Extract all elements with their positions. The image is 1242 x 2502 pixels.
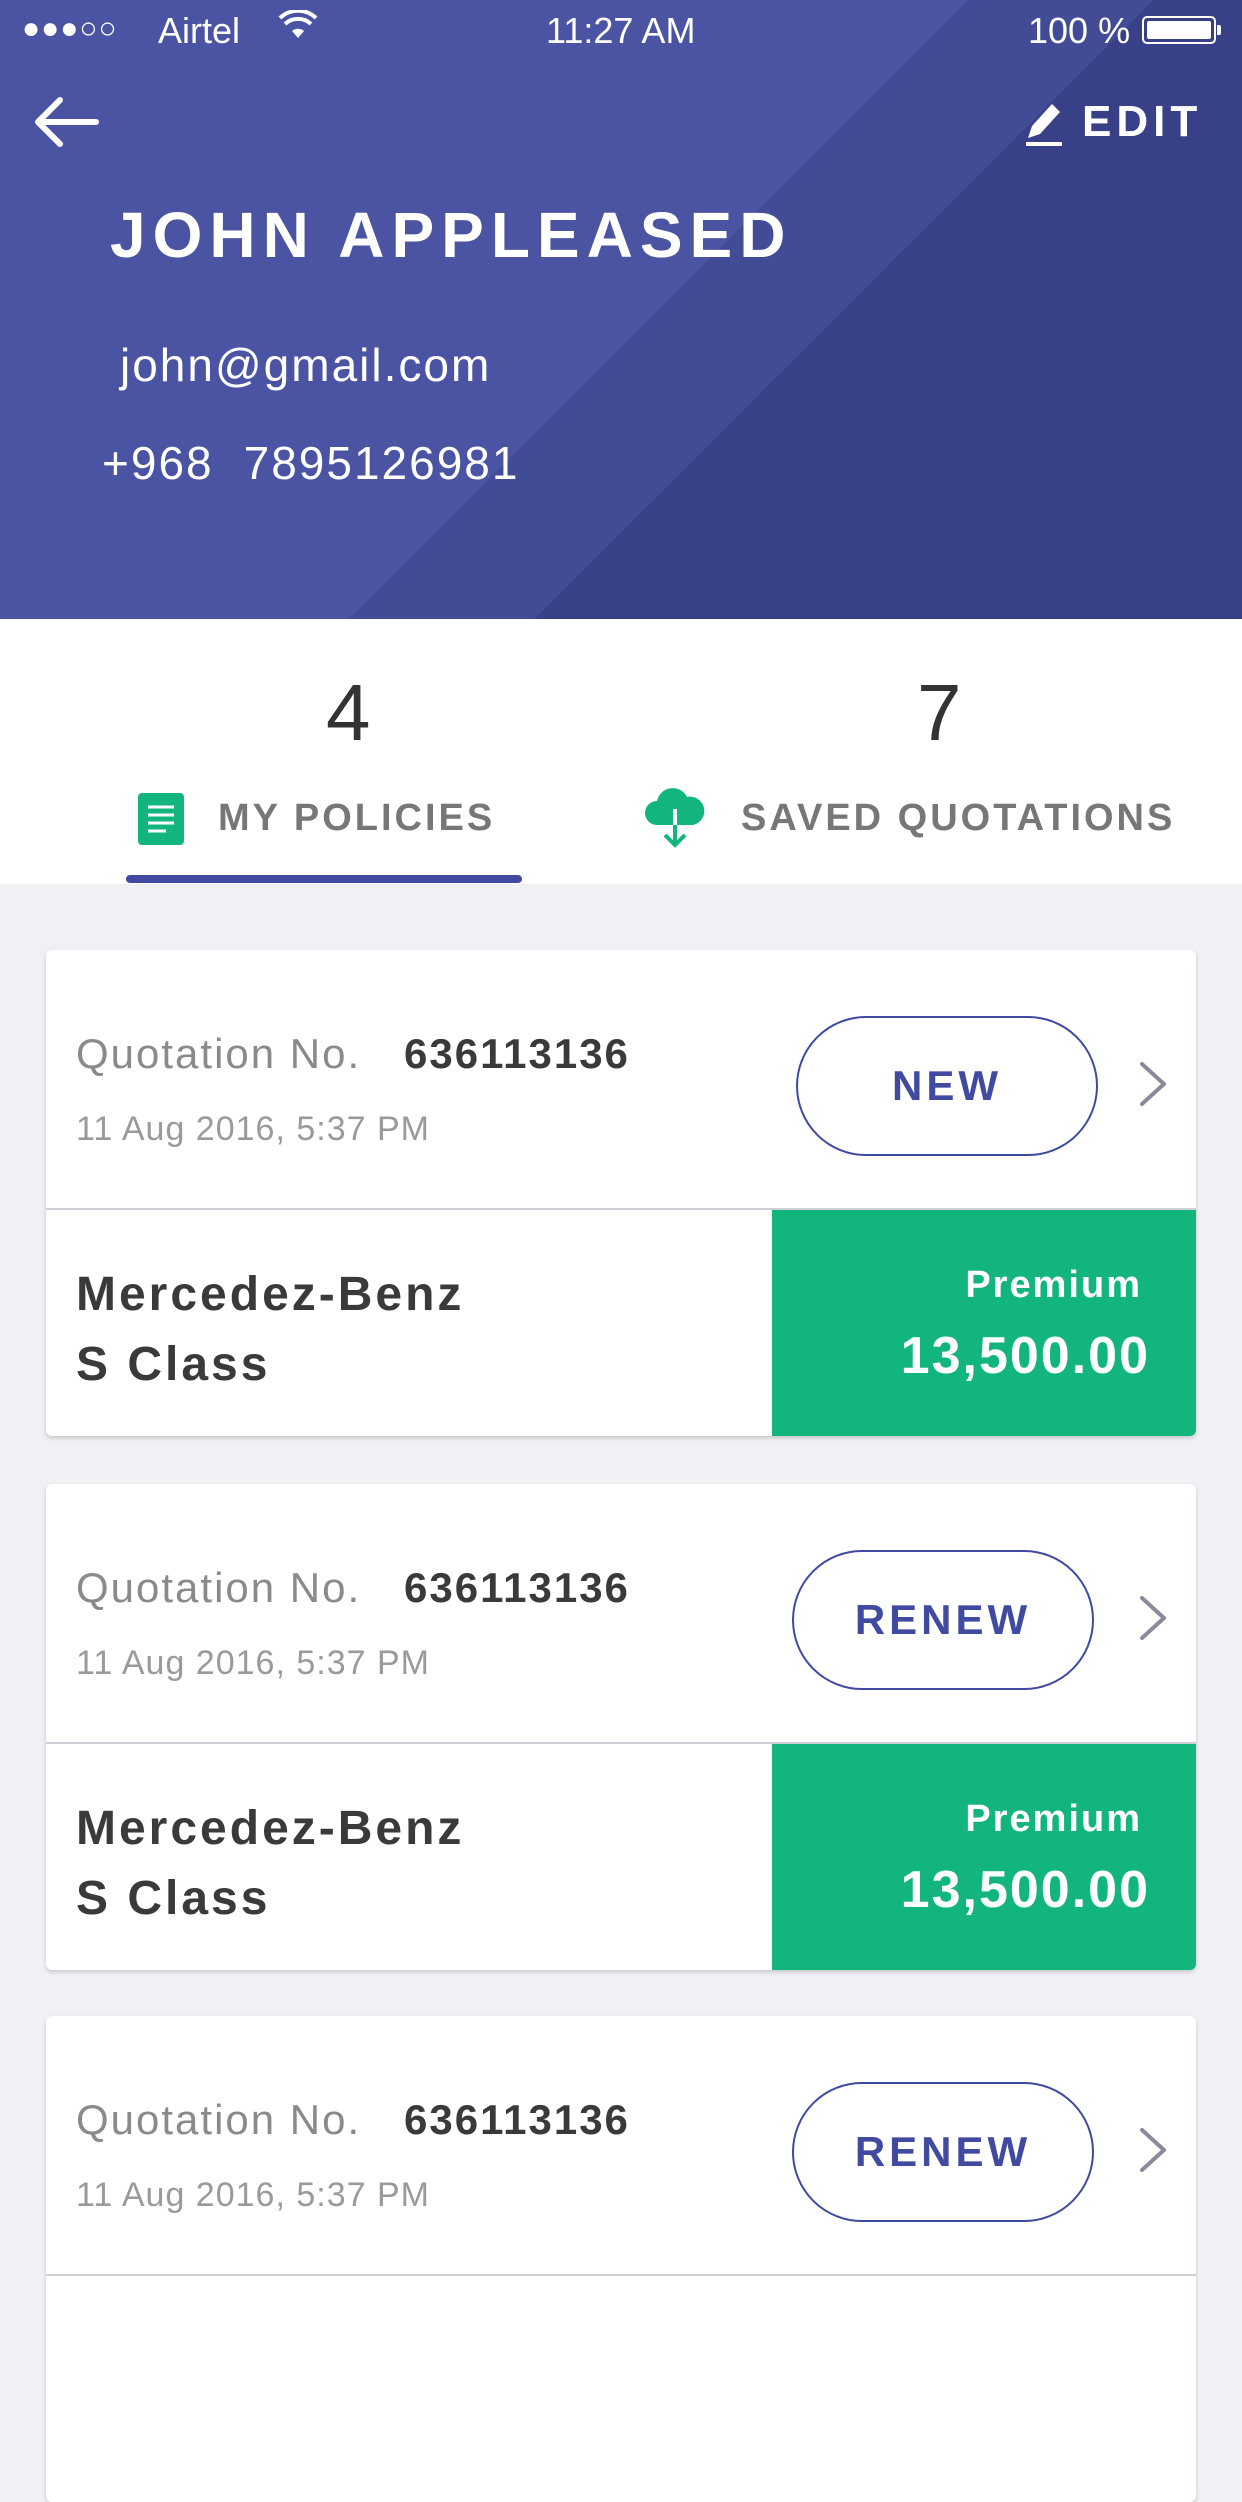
- chevron-right-icon[interactable]: [1136, 1592, 1170, 1644]
- quotation-label: Quotation No.: [76, 2096, 362, 2143]
- status-bar: ●●●○○ Airtel 11:27 AM 100 %: [0, 0, 1242, 62]
- quotation-date: 11 Aug 2016, 5:37 PM: [76, 1644, 430, 1682]
- tab-my-policies[interactable]: 4 MY POLICIES: [0, 619, 621, 884]
- premium-label: Premium: [965, 1264, 1142, 1306]
- cloud-download-icon: [643, 785, 707, 856]
- active-tab-indicator: [126, 875, 522, 883]
- vehicle-make: Mercedez-Benz: [76, 1802, 465, 1855]
- quotation-date: 11 Aug 2016, 5:37 PM: [76, 1110, 430, 1148]
- vehicle-name: Mercedez-Benz S Class: [76, 1260, 464, 1400]
- vehicle-model: S Class: [76, 1872, 271, 1925]
- quotation-date: 11 Aug 2016, 5:37 PM: [76, 2176, 430, 2214]
- chevron-right-icon[interactable]: [1136, 1058, 1170, 1110]
- premium-panel: Premium 13,500.00: [772, 1210, 1196, 1436]
- policies-count: 4: [326, 668, 371, 757]
- quotation-card[interactable]: Quotation No. 636113136 11 Aug 2016, 5:3…: [46, 1484, 1196, 1970]
- user-phone: +968 7895126981: [102, 436, 519, 490]
- quotation-label: Quotation No.: [76, 1564, 362, 1611]
- quotation-card-header: Quotation No. 636113136 11 Aug 2016, 5:3…: [46, 2016, 1196, 2276]
- premium-label: Premium: [965, 1798, 1142, 1840]
- vehicle-make: Mercedez-Benz: [76, 1268, 465, 1321]
- quotation-card[interactable]: Quotation No. 636113136 11 Aug 2016, 5:3…: [46, 950, 1196, 1436]
- quotation-card[interactable]: Quotation No. 636113136 11 Aug 2016, 5:3…: [46, 2016, 1196, 2502]
- quotation-number: 636113136: [404, 1030, 630, 1077]
- carrier-name: Airtel: [158, 10, 241, 51]
- status-renew-button[interactable]: RENEW: [792, 2082, 1094, 2222]
- quotation-number: 636113136: [404, 2096, 630, 2143]
- quotation-number: 636113136: [404, 1564, 630, 1611]
- pencil-icon: [1026, 104, 1062, 146]
- premium-value: 13,500.00: [900, 1861, 1150, 1919]
- phone-country-code: +968: [102, 437, 214, 489]
- tab-bar: 4 MY POLICIES 7 SAVED QUOTATIONS: [0, 619, 1242, 884]
- quotation-card-header: Quotation No. 636113136 11 Aug 2016, 5:3…: [46, 1484, 1196, 1744]
- battery-icon: [1142, 16, 1221, 44]
- vehicle-model: S Class: [76, 1338, 271, 1391]
- tab-label: MY POLICIES: [218, 797, 496, 839]
- quotation-card-header: Quotation No. 636113136 11 Aug 2016, 5:3…: [46, 950, 1196, 1210]
- quotation-label: Quotation No.: [76, 1030, 362, 1077]
- chevron-right-icon[interactable]: [1136, 2124, 1170, 2176]
- wifi-icon: [278, 8, 318, 51]
- tab-saved-quotations[interactable]: 7 SAVED QUOTATIONS: [621, 619, 1242, 884]
- edit-button[interactable]: EDIT: [1022, 92, 1202, 152]
- vehicle-name: Mercedez-Benz S Class: [76, 1794, 464, 1934]
- battery-percent: 100 %: [1028, 10, 1131, 51]
- user-email: john@gmail.com: [120, 339, 492, 391]
- user-name: JOHN APPLEASED: [110, 199, 793, 271]
- quotations-count: 7: [917, 668, 962, 757]
- premium-value: 13,500.00: [900, 1327, 1150, 1385]
- signal-strength-icon: ●●●○○: [22, 12, 118, 45]
- arrow-left-icon: [35, 97, 99, 147]
- premium-panel: Premium 13,500.00: [772, 1744, 1196, 1970]
- profile-header: ●●●○○ Airtel 11:27 AM 100 % EDIT JOHN AP…: [0, 0, 1242, 619]
- clock: 11:27 AM: [546, 10, 696, 51]
- edit-label: EDIT: [1082, 97, 1203, 146]
- back-button[interactable]: [30, 92, 102, 152]
- document-icon: [136, 791, 186, 852]
- status-new-button[interactable]: NEW: [796, 1016, 1098, 1156]
- status-renew-button[interactable]: RENEW: [792, 1550, 1094, 1690]
- tab-label: SAVED QUOTATIONS: [741, 797, 1176, 839]
- phone-number: 7895126981: [243, 437, 520, 489]
